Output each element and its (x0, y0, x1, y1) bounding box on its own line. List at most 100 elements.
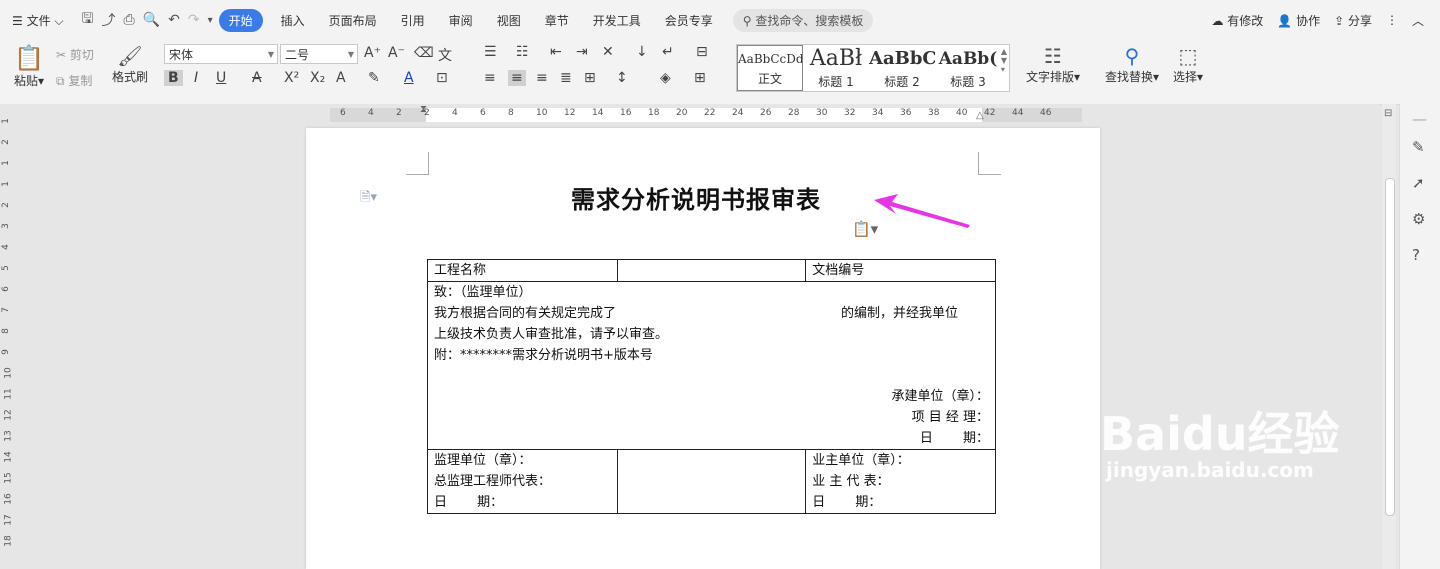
vruler-tick: 5 (0, 265, 11, 271)
save-icon[interactable]: 🖫 (82, 8, 94, 32)
project-name-label[interactable]: 工程名称 (427, 259, 618, 282)
align-left-icon[interactable]: ≡ (484, 70, 496, 86)
pointer-icon[interactable]: ➚ (1412, 174, 1425, 192)
paragraph-menu-icon[interactable]: 🗎▾ (360, 188, 377, 210)
cut-button[interactable]: ✂ 剪切 (56, 46, 94, 63)
watermark-url: jingyan.baidu.com (1106, 458, 1314, 482)
document-title[interactable]: 需求分析说明书报审表 (546, 180, 846, 215)
text-effect-icon[interactable]: A (336, 70, 346, 86)
body-cell[interactable]: 致：（监理单位） 我方根据合同的有关规定完成了 的编制，并经我单位 上级技术负责… (427, 281, 996, 450)
char-border-icon[interactable]: ⊡ (436, 70, 448, 86)
borders-icon[interactable]: ⊞ (694, 70, 706, 86)
share-button[interactable]: ⇪ 分享 (1334, 12, 1372, 29)
format-painter-button[interactable]: 🖌 格式刷 (110, 44, 150, 85)
show-marks-icon[interactable]: ↵ (662, 44, 674, 60)
clear-format-icon[interactable]: ⌫ (414, 45, 434, 61)
share-icon: ⇪ (1334, 13, 1345, 28)
cursor-select-icon: ⬚ (1178, 44, 1198, 68)
select-button[interactable]: ⬚ 选择▾ (1170, 44, 1206, 85)
subscript-icon[interactable]: X₂ (310, 70, 325, 86)
tab-view[interactable]: 视图 (485, 12, 533, 29)
tab-review[interactable]: 审阅 (437, 12, 485, 29)
bullet-list-icon[interactable]: ☰ (484, 44, 497, 60)
font-name-select[interactable]: 宋体 ▼ (164, 44, 278, 64)
print-preview-icon[interactable]: 🔍 (143, 12, 160, 28)
vruler-tick: 4 (0, 244, 11, 250)
settings-sliders-icon[interactable]: ⚙ (1412, 210, 1425, 228)
align-right-icon[interactable]: ≡ (536, 70, 548, 86)
tab-references[interactable]: 引用 (389, 12, 437, 29)
grow-font-icon[interactable]: A⁺ (364, 45, 381, 61)
line-spacing-icon[interactable]: ↕ (616, 70, 628, 86)
chinese-layout-icon[interactable]: ✕ (602, 44, 614, 60)
align-center-icon[interactable]: ≡ (508, 70, 526, 86)
distribute-icon[interactable]: ⊞ (584, 70, 596, 86)
decrease-indent-icon[interactable]: ⇤ (550, 44, 562, 60)
collab-button[interactable]: 👤 协作 (1277, 12, 1320, 29)
undo-icon[interactable]: ↶ (168, 12, 180, 28)
vruler-tick: 1 (0, 160, 11, 166)
supervisor-cell[interactable]: 监理单位（章）： 总监理工程师代表： 日 期： (427, 449, 618, 514)
shrink-font-icon[interactable]: A⁻ (388, 45, 405, 61)
tab-home[interactable]: 开始 (218, 8, 263, 32)
vertical-scrollbar[interactable]: ⊟ (1382, 104, 1396, 569)
tab-stop-icon[interactable]: ⊟ (696, 44, 708, 60)
phonetic-icon[interactable]: 文 (438, 45, 452, 65)
tab-layout[interactable]: 页面布局 (317, 12, 389, 29)
more-icon[interactable]: ⋮ (1386, 13, 1398, 27)
document-page[interactable]: 🗎▾ 需求分析说明书报审表 📋▾ 工程名称 文档编号 致：（监理单位） 我方根据… (306, 128, 1100, 569)
shading-icon[interactable]: ◈ (660, 70, 671, 86)
indent-marker-icon[interactable]: ⧗ (420, 104, 427, 115)
style-normal[interactable]: AaBbCcDd 正文 (737, 45, 803, 91)
horizontal-ruler[interactable]: 6 4 2 2 4 6 8 10 12 14 16 18 20 22 24 26 28 30 32 34 36 38 40 4… (0, 104, 1380, 126)
vruler-tick: 18 (3, 535, 14, 547)
justify-icon[interactable]: ≣ (560, 70, 572, 86)
tab-member[interactable]: 会员专享 (653, 12, 725, 29)
style-heading1[interactable]: AaBł 标题 1 (803, 45, 869, 91)
scroll-top-icon[interactable]: ⊟ (1384, 108, 1392, 119)
pen-icon[interactable]: ✎ (1412, 138, 1425, 156)
middle-signature-cell[interactable] (616, 449, 807, 514)
highlight-icon[interactable]: ✎ (368, 70, 380, 86)
font-color-icon[interactable]: A (404, 70, 414, 86)
date-line-1: 日 期： (919, 431, 989, 446)
scroll-thumb[interactable] (1385, 178, 1395, 516)
collapse-ribbon-icon[interactable]: ︿ (1412, 12, 1424, 29)
numbered-list-icon[interactable]: ☷ (516, 44, 529, 60)
tab-sections[interactable]: 章节 (533, 12, 581, 29)
paste-options-icon[interactable]: 📋▾ (852, 220, 878, 238)
style-heading3[interactable]: AaBb( 标题 3 (935, 45, 1001, 91)
gallery-scroll-icon[interactable]: ▲ ▼ ▾ (1001, 47, 1007, 74)
font-size-select[interactable]: 二号 ▼ (280, 44, 358, 64)
copy-button[interactable]: ⧉ 复制 (56, 72, 92, 89)
redo-icon[interactable]: ↷ (188, 12, 200, 28)
sort-icon[interactable]: ↓ (636, 44, 648, 60)
file-menu[interactable]: ☰ 文件 ⌵ (0, 12, 76, 29)
tab-insert[interactable]: 插入 (269, 12, 317, 29)
underline-icon[interactable]: U (216, 70, 226, 86)
export-icon[interactable]: ⤴ (101, 10, 115, 30)
customize-icon[interactable]: ▾ (208, 15, 213, 26)
changes-button[interactable]: ☁ 有修改 (1211, 12, 1263, 29)
increase-indent-icon[interactable]: ⇥ (576, 44, 588, 60)
find-replace-button[interactable]: ⚲ 查找替换▾ (1102, 44, 1162, 85)
tab-developer[interactable]: 开发工具 (581, 12, 653, 29)
italic-icon[interactable]: I (194, 70, 198, 86)
sidebar-expand-icon[interactable]: — (1412, 110, 1427, 128)
bold-icon[interactable]: B (164, 70, 183, 86)
strikethrough-icon[interactable]: A (252, 70, 262, 86)
paste-button[interactable]: 📋 粘贴▾ (10, 44, 48, 89)
copy-icon: ⧉ (56, 74, 65, 88)
help-icon[interactable]: ? (1412, 246, 1420, 264)
owner-cell[interactable]: 业主单位（章）： 业 主 代 表： 日 期： (805, 449, 996, 514)
right-indent-marker-icon[interactable]: △ (976, 110, 984, 121)
text-layout-button[interactable]: ☷ 文字排版▾ (1024, 44, 1082, 85)
superscript-icon[interactable]: X² (284, 70, 299, 86)
command-search[interactable]: ⚲ 查找命令、搜索模板 (732, 8, 874, 32)
style-heading2[interactable]: AaBbC 标题 2 (869, 45, 935, 91)
top-right-actions: ☁ 有修改 👤 协作 ⇪ 分享 ⋮ ︿ (1211, 0, 1424, 40)
print-icon[interactable]: ⎙ (123, 12, 134, 28)
project-name-cell[interactable] (616, 259, 807, 282)
vertical-ruler[interactable]: 1 2 1 1 2 3 4 5 6 7 8 9 10 11 12 13 14 15 16 17 18 (0, 108, 18, 569)
doc-number-label[interactable]: 文档编号 (805, 259, 996, 282)
